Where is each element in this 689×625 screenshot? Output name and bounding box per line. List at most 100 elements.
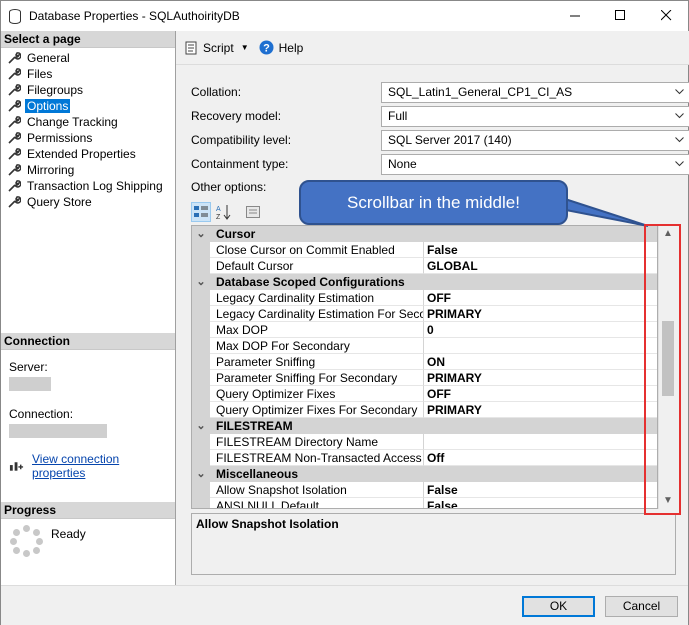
property-row[interactable]: Default Cursor GLOBAL	[192, 258, 657, 274]
property-value[interactable]: OFF	[424, 290, 657, 306]
ok-button[interactable]: OK	[522, 596, 595, 617]
collation-label: Collation:	[191, 85, 242, 99]
property-value[interactable]: PRIMARY	[424, 370, 657, 386]
script-icon	[185, 41, 197, 54]
database-icon	[9, 9, 21, 24]
property-grid[interactable]: ⌄ Cursor Close Cursor on Commit Enabled Fal…	[191, 225, 658, 509]
property-value[interactable]: False	[424, 498, 657, 508]
maximize-icon	[615, 10, 625, 20]
minimize-button[interactable]	[553, 1, 599, 31]
categorized-icon	[194, 206, 208, 217]
recovery-value: Full	[388, 109, 408, 123]
page-item-files[interactable]: Files	[1, 66, 175, 82]
property-row[interactable]: Parameter Sniffing ON	[192, 354, 657, 370]
compatibility-level-select[interactable]: SQL Server 2017 (140)	[381, 130, 689, 151]
containment-type-select[interactable]: None	[381, 154, 689, 175]
property-value[interactable]: ON	[424, 354, 657, 370]
collation-value: SQL_Latin1_General_CP1_CI_AS	[388, 85, 573, 99]
property-value[interactable]	[424, 434, 657, 450]
progress-status: Ready	[51, 527, 86, 541]
recovery-row: Recovery model: Full	[191, 106, 689, 127]
category-row[interactable]: ⌄ Cursor	[192, 226, 657, 242]
page-item-filegroups[interactable]: Filegroups	[1, 82, 175, 98]
alphabetical-button[interactable]: A Z	[214, 202, 234, 222]
property-value[interactable]: False	[424, 242, 657, 258]
property-value[interactable]: PRIMARY	[424, 402, 657, 418]
description-title: Allow Snapshot Isolation	[196, 517, 339, 531]
row-gutter	[192, 402, 210, 418]
property-row[interactable]: Legacy Cardinality Estimation For Second…	[192, 306, 657, 322]
scroll-down-icon[interactable]: ▼	[659, 492, 677, 509]
categorized-button[interactable]	[191, 202, 211, 222]
row-gutter	[192, 354, 210, 370]
recovery-label: Recovery model:	[191, 109, 282, 123]
property-row[interactable]: Max DOP For Secondary	[192, 338, 657, 354]
property-row[interactable]: Max DOP 0	[192, 322, 657, 338]
property-row[interactable]: Parameter Sniffing For Secondary PRIMARY	[192, 370, 657, 386]
row-gutter	[192, 482, 210, 498]
page-list: General Files Filegroups Options Change Trac…	[1, 48, 175, 210]
svg-text:A: A	[216, 206, 221, 213]
left-pane: Select a page General Files Filegroups Opti…	[1, 31, 176, 585]
property-value[interactable]: Off	[424, 450, 657, 466]
category-row[interactable]: ⌄ Database Scoped Configurations	[192, 274, 657, 290]
wrench-icon	[8, 68, 21, 80]
close-button[interactable]	[644, 1, 689, 31]
property-row[interactable]: Close Cursor on Commit Enabled False	[192, 242, 657, 258]
wrench-icon	[8, 132, 21, 144]
page-item-change-tracking[interactable]: Change Tracking	[1, 114, 175, 130]
property-value[interactable]: False	[424, 482, 657, 498]
category-name: Cursor	[216, 227, 256, 241]
collapse-icon[interactable]: ⌄	[192, 274, 210, 290]
chevron-down-icon[interactable]: ▼	[241, 43, 249, 52]
property-row[interactable]: ANSI NULL Default False	[192, 498, 657, 508]
property-grid-scrollbar[interactable]: ▲ ▼	[658, 225, 676, 509]
help-button[interactable]: ? Help	[259, 40, 303, 55]
property-row[interactable]: Legacy Cardinality Estimation OFF	[192, 290, 657, 306]
collapse-icon[interactable]: ⌄	[192, 226, 210, 242]
page-item-mirroring[interactable]: Mirroring	[1, 162, 175, 178]
page-item-label: General	[27, 51, 70, 65]
title-bar: Database Properties - SQLAuthoirityDB	[0, 0, 689, 31]
property-grid-toolbar: A Z	[191, 202, 266, 222]
row-gutter	[192, 242, 210, 258]
page-item-permissions[interactable]: Permissions	[1, 130, 175, 146]
property-value[interactable]: 0	[424, 322, 657, 338]
page-item-extended-properties[interactable]: Extended Properties	[1, 146, 175, 162]
scrollbar-thumb[interactable]	[662, 320, 674, 396]
wrench-icon	[8, 196, 21, 208]
page-item-query-store[interactable]: Query Store	[1, 194, 175, 210]
property-row[interactable]: Query Optimizer Fixes OFF	[192, 386, 657, 402]
property-value[interactable]	[424, 338, 657, 354]
page-item-general[interactable]: General	[1, 50, 175, 66]
view-connection-properties-link[interactable]: View connection properties	[32, 452, 167, 480]
collapse-icon[interactable]: ⌄	[192, 466, 210, 482]
wrench-icon	[8, 84, 21, 96]
page-item-transaction-log-shipping[interactable]: Transaction Log Shipping	[1, 178, 175, 194]
chevron-down-icon	[675, 89, 684, 95]
property-row[interactable]: Allow Snapshot Isolation False	[192, 482, 657, 498]
wrench-icon	[8, 100, 21, 112]
maximize-button[interactable]	[598, 1, 644, 31]
property-name: Max DOP For Secondary	[210, 338, 424, 354]
property-row[interactable]: FILESTREAM Non-Transacted Access Off	[192, 450, 657, 466]
property-pages-button[interactable]	[243, 202, 263, 222]
property-row[interactable]: FILESTREAM Directory Name	[192, 434, 657, 450]
script-button[interactable]: Script ▼	[184, 41, 249, 55]
category-row[interactable]: ⌄ FILESTREAM	[192, 418, 657, 434]
wrench-icon	[8, 52, 21, 64]
property-value[interactable]: OFF	[424, 386, 657, 402]
chevron-down-icon	[675, 161, 684, 167]
collation-select[interactable]: SQL_Latin1_General_CP1_CI_AS	[381, 82, 689, 103]
page-item-options[interactable]: Options	[1, 98, 175, 114]
category-row[interactable]: ⌄ Miscellaneous	[192, 466, 657, 482]
property-name: Close Cursor on Commit Enabled	[210, 242, 424, 258]
property-value[interactable]: GLOBAL	[424, 258, 657, 274]
cancel-button[interactable]: Cancel	[605, 596, 678, 617]
recovery-model-select[interactable]: Full	[381, 106, 689, 127]
scroll-up-icon[interactable]: ▲	[659, 225, 677, 242]
property-value[interactable]: PRIMARY	[424, 306, 657, 322]
property-row[interactable]: Query Optimizer Fixes For Secondary PRIMA…	[192, 402, 657, 418]
collapse-icon[interactable]: ⌄	[192, 418, 210, 434]
dialog-footer: OK Cancel	[1, 585, 688, 625]
